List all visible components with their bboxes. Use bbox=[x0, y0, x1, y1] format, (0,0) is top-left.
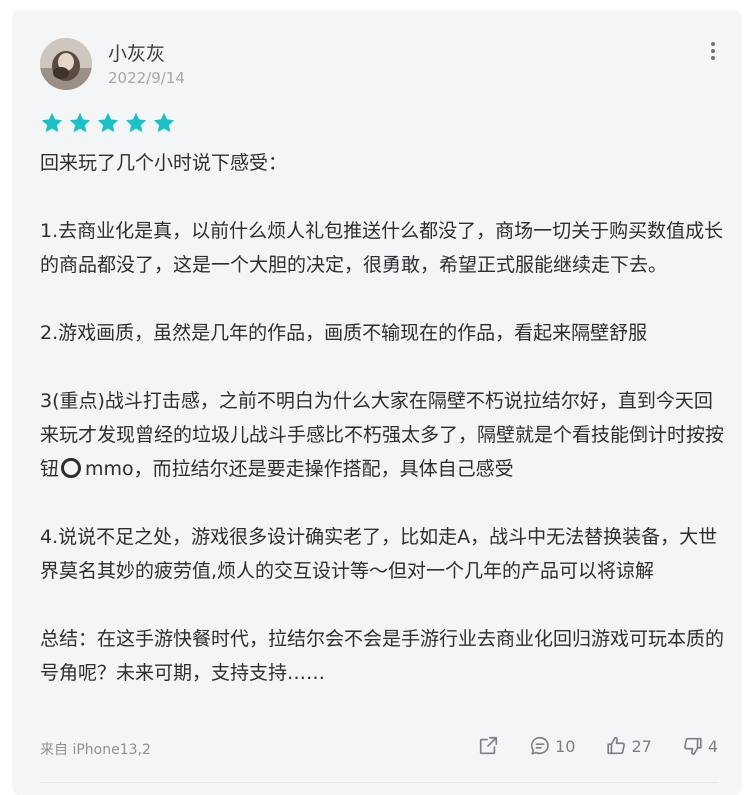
star-icon bbox=[97, 112, 119, 133]
device-source: 来自 iPhone13,2 bbox=[40, 742, 151, 758]
review-paragraph: 4.说说不足之处，游戏很多设计确实老了，比如走A，战斗中无法替换装备，大世界莫名… bbox=[40, 526, 718, 582]
thumbs-down-icon bbox=[683, 737, 702, 756]
share-button[interactable] bbox=[477, 735, 499, 757]
star-icon bbox=[125, 112, 147, 133]
like-button[interactable]: 27 bbox=[605, 735, 652, 757]
username[interactable]: 小灰灰 bbox=[108, 39, 165, 66]
comment-icon bbox=[531, 736, 549, 755]
review-paragraph: 1.去商业化是真，以前什么烦人礼包推送什么都没了，商场一切关于购买数值成长的商品… bbox=[40, 220, 724, 276]
post-date: 2022/9/14 bbox=[108, 69, 185, 87]
review-body: 回来玩了几个小时说下感受： 1.去商业化是真，以前什么烦人礼包推送什么都没了，商… bbox=[40, 146, 730, 690]
divider bbox=[40, 782, 718, 783]
review-paragraph: 回来玩了几个小时说下感受： bbox=[40, 152, 288, 174]
review-paragraph: 总结：在这手游快餐时代，拉结尔会不会是手游行业去商业化回归游戏可玩本质的号角呢？… bbox=[40, 628, 725, 684]
review-paragraph: 3(重点)战斗打击感，之前不明白为什么大家在隔壁不朽说拉结尔好，直到今天回来玩才… bbox=[40, 384, 730, 486]
user-avatar[interactable] bbox=[40, 38, 92, 90]
star-icon bbox=[41, 112, 63, 133]
review-card: 小灰灰 2022/9/14 回来玩了几个小时说下感受： 1.去商业化是真，以前什… bbox=[12, 10, 742, 795]
like-count: 27 bbox=[631, 736, 652, 756]
avatar-image bbox=[40, 38, 92, 90]
share-icon bbox=[479, 736, 498, 755]
review-header: 小灰灰 2022/9/14 bbox=[40, 34, 722, 94]
circle-glyph bbox=[61, 458, 82, 478]
reply-count: 10 bbox=[555, 736, 576, 756]
dislike-button[interactable]: 4 bbox=[682, 735, 718, 757]
more-options-icon[interactable] bbox=[706, 40, 720, 62]
review-text: mmo，而拉结尔还是要走操作搭配，具体自己感受 bbox=[85, 458, 514, 480]
review-footer: 来自 iPhone13,2 10 27 4 bbox=[40, 735, 718, 765]
review-paragraph: 2.游戏画质，虽然是几年的作品，画质不输现在的作品，看起来隔壁舒服 bbox=[40, 322, 648, 344]
star-icon bbox=[153, 112, 175, 133]
thumbs-up-icon bbox=[607, 736, 626, 755]
star-icon bbox=[69, 112, 91, 133]
review-actions: 10 27 4 bbox=[447, 735, 718, 757]
reply-button[interactable]: 10 bbox=[529, 735, 575, 757]
star-rating bbox=[40, 111, 176, 135]
dislike-count: 4 bbox=[707, 736, 718, 756]
